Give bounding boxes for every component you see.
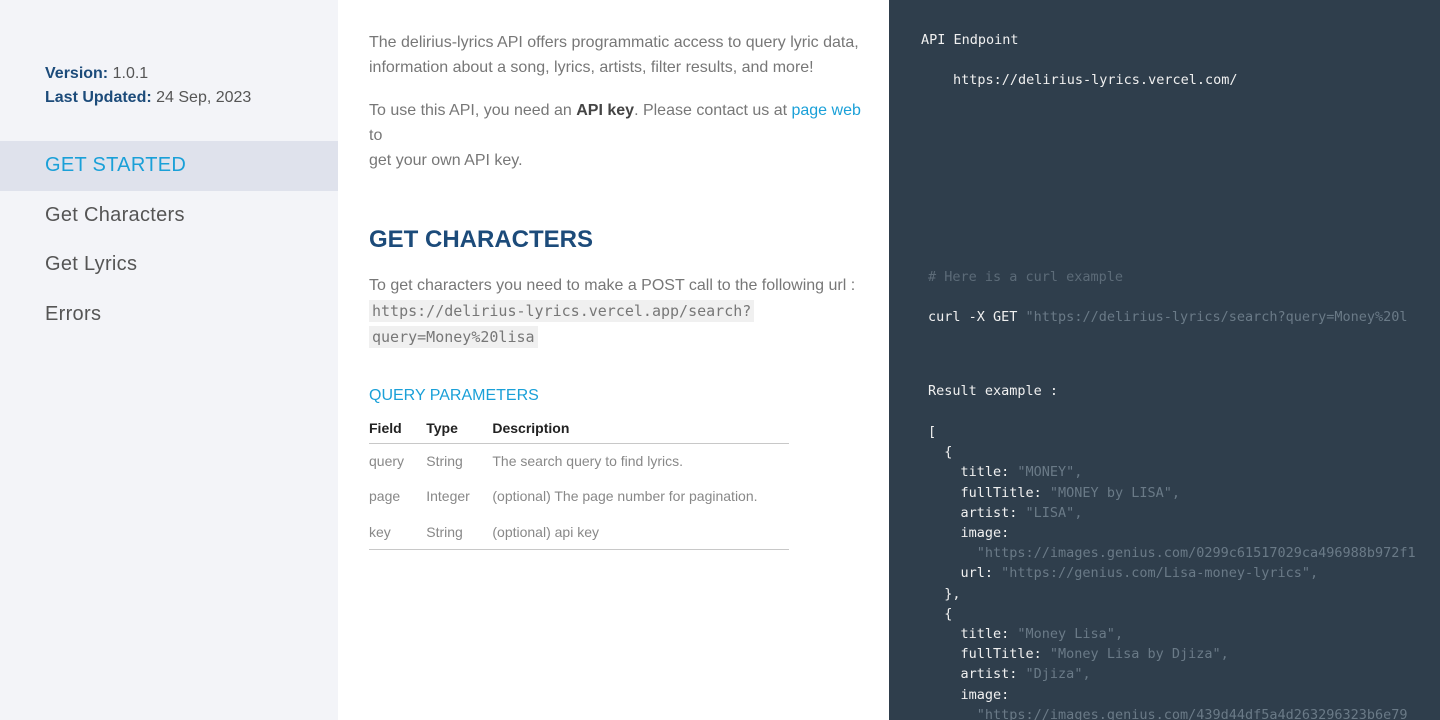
json-line: image: — [928, 525, 1010, 541]
api-key-paragraph: To use this API, you need an API key. Pl… — [369, 98, 869, 173]
result-label: Result example : — [928, 383, 1059, 399]
json-key: }, — [928, 585, 961, 602]
json-key: artist: — [928, 666, 1026, 683]
json-key: { — [928, 444, 953, 461]
sidebar-nav: GET STARTED Get Characters Get Lyrics Er… — [0, 141, 338, 339]
table-cell: The search query to find lyrics. — [492, 453, 684, 469]
json-key: fullTitle: — [928, 646, 1050, 663]
table-row: query String The search query to find ly… — [369, 443, 789, 479]
json-line: fullTitle: "MONEY by LISA", — [928, 485, 1180, 501]
curl-url: "https://delirius-lyrics/search?query=Mo… — [1025, 309, 1408, 325]
table-cell: String — [426, 453, 463, 469]
json-line: { — [928, 606, 952, 622]
json-line: title: "Money Lisa", — [928, 626, 1124, 642]
updated-value: 24 Sep, 2023 — [156, 89, 252, 106]
json-line: artist: "LISA", — [928, 504, 1083, 521]
curl-example: curl -X GET "https://delirius-lyrics/sea… — [928, 309, 1408, 325]
sidebar-item-get-lyrics[interactable]: Get Lyrics — [0, 240, 338, 290]
json-key: title: — [928, 626, 1018, 642]
json-value: "Money Lisa", — [1017, 626, 1124, 642]
section-desc-text: To get characters you need to make a POS… — [369, 277, 856, 294]
table-cell: (optional) api key — [492, 514, 789, 550]
table-row: key String (optional) api key — [369, 514, 789, 550]
sidebar: Version: 1.0.1 Last Updated: 24 Sep, 202… — [0, 0, 338, 720]
table-cell: query — [369, 453, 405, 469]
json-value: "Money Lisa by Djiza", — [1049, 646, 1229, 663]
table-cell: key — [369, 514, 427, 550]
json-value: "Djiza", — [1025, 666, 1091, 683]
version-label: Version: — [45, 65, 109, 82]
page-web-link[interactable]: page web — [791, 102, 860, 119]
intro-paragraph: The delirius-lyrics API offers programma… — [369, 30, 869, 80]
json-line: artist: "Djiza", — [928, 666, 1091, 682]
json-key — [928, 545, 977, 561]
curl-comment: # Here is a curl example — [928, 269, 1124, 285]
json-line: url: "https://genius.com/Lisa-money-lyri… — [928, 565, 1319, 582]
url-code: query=Money%20lisa — [369, 326, 538, 348]
json-value: "LISA", — [1025, 504, 1083, 521]
json-line: "https://images.genius.com/0299c61517029… — [928, 545, 1416, 561]
json-line: image: — [928, 686, 1010, 703]
api-key-text: get your own API key. — [369, 152, 523, 169]
table-row: page Integer (optional) The page number … — [369, 479, 789, 515]
api-key-text: To use this API, you need an — [369, 102, 577, 119]
intro-line: The delirius-lyrics API offers programma… — [369, 34, 859, 51]
endpoint-url: https://delirius-lyrics.vercel.com/ — [953, 72, 1238, 88]
api-key-text: . Please contact us at — [634, 102, 792, 119]
json-key: [ — [928, 424, 937, 440]
json-key: image: — [928, 525, 1010, 541]
json-value: "MONEY by LISA", — [1049, 484, 1180, 501]
intro-line: information about a song, lyrics, artist… — [369, 59, 814, 76]
json-key: fullTitle: — [928, 484, 1050, 501]
table-cell: page — [369, 488, 401, 505]
table-header: Description — [492, 413, 789, 444]
query-parameters-heading: QUERY PARAMETERS — [369, 387, 539, 404]
version-info: Version: 1.0.1 Last Updated: 24 Sep, 202… — [45, 62, 251, 110]
json-value: "https://genius.com/Lisa-money-lyrics", — [1001, 565, 1319, 582]
updated-label: Last Updated: — [45, 89, 152, 106]
endpoint-label: API Endpoint — [921, 32, 1019, 48]
api-key-bold: API key — [576, 102, 635, 119]
sidebar-item-get-characters[interactable]: Get Characters — [0, 191, 338, 241]
api-key-text: to — [369, 127, 383, 144]
url-code: https://delirius-lyrics.vercel.app/searc… — [369, 300, 755, 322]
table-cell: (optional) The page number for paginatio… — [492, 488, 758, 505]
table-header: Field — [369, 413, 427, 444]
table-cell: String — [426, 514, 493, 550]
json-key: title: — [928, 464, 1018, 481]
main-content: The delirius-lyrics API offers programma… — [338, 0, 889, 720]
json-line: { — [928, 444, 952, 460]
table-header: Type — [426, 413, 493, 444]
curl-command: curl -X GET — [928, 309, 1026, 325]
json-key: url: — [928, 565, 1002, 582]
json-line: }, — [928, 585, 961, 602]
version-value: 1.0.1 — [112, 65, 149, 82]
json-value: "MONEY", — [1017, 464, 1083, 481]
section-title: GET CHARACTERS — [369, 226, 594, 253]
json-line: title: "MONEY", — [928, 464, 1083, 481]
json-key: { — [928, 605, 953, 622]
sidebar-item-get-started[interactable]: GET STARTED — [0, 141, 338, 191]
json-line: fullTitle: "Money Lisa by Djiza", — [928, 646, 1229, 662]
parameters-table: Field Type Description query String The … — [369, 413, 789, 550]
json-key: artist: — [928, 504, 1026, 521]
json-line: "https://images.genius.com/439d44df5a4d2… — [928, 707, 1408, 720]
json-line: [ — [928, 424, 936, 440]
code-panel: API Endpoint https://delirius-lyrics.ver… — [889, 0, 1440, 720]
json-key: image: — [928, 686, 1010, 703]
sidebar-item-errors[interactable]: Errors — [0, 290, 338, 340]
json-key — [928, 707, 977, 720]
json-value: "https://images.genius.com/0299c61517029… — [976, 545, 1416, 562]
json-value: "https://images.genius.com/439d44df5a4d2… — [976, 706, 1408, 720]
table-cell: Integer — [426, 488, 470, 505]
section-description: To get characters you need to make a POS… — [369, 273, 869, 350]
